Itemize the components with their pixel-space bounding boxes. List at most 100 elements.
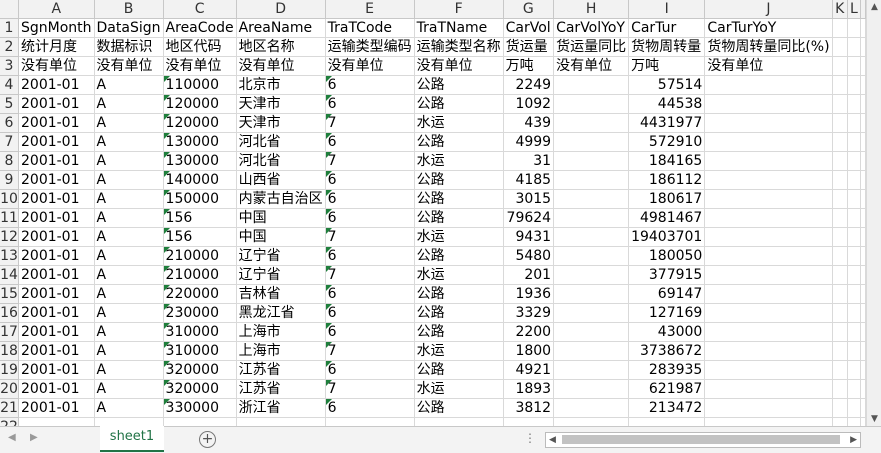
- cell-e6[interactable]: 7: [325, 113, 415, 133]
- column-header-e[interactable]: E: [325, 0, 415, 19]
- row-header[interactable]: 7: [0, 132, 19, 152]
- cell-c3[interactable]: 没有单位: [163, 56, 237, 76]
- cell-c20[interactable]: 320000: [163, 379, 237, 399]
- cell-e3[interactable]: 没有单位: [325, 56, 415, 76]
- cell-c7[interactable]: 130000: [163, 132, 237, 152]
- cell-g7[interactable]: 4999: [503, 132, 555, 152]
- cell-g15[interactable]: 1936: [503, 284, 555, 304]
- cell-j7[interactable]: [704, 132, 833, 152]
- cell-i21[interactable]: 213472: [628, 398, 706, 418]
- cell-b21[interactable]: A: [94, 398, 164, 418]
- row-header[interactable]: 11: [0, 208, 19, 228]
- cell-j21[interactable]: [704, 398, 833, 418]
- cell-a14[interactable]: 2001-01: [18, 265, 95, 285]
- sheet-table[interactable]: A B C D E F G H I J K L 1 SgnMonth DataSign AreaCode Are…: [0, 0, 866, 426]
- cell-k6[interactable]: [832, 113, 848, 133]
- cell-i16[interactable]: 127169: [628, 303, 706, 323]
- cell-d4[interactable]: 北京市: [236, 75, 326, 95]
- cell-b7[interactable]: A: [94, 132, 164, 152]
- cell-l9[interactable]: [847, 170, 862, 190]
- cell-c18[interactable]: 310000: [163, 341, 237, 361]
- add-sheet-button[interactable]: +: [199, 431, 216, 448]
- cell-l19[interactable]: [847, 360, 862, 380]
- cell-e2[interactable]: 运输类型编码: [325, 37, 415, 57]
- cell-f4[interactable]: 公路: [414, 75, 504, 95]
- row-header[interactable]: 1: [0, 18, 19, 38]
- cell-a10[interactable]: 2001-01: [18, 189, 95, 209]
- cell-b8[interactable]: A: [94, 151, 164, 171]
- row-header[interactable]: 3: [0, 56, 19, 76]
- cell-i14[interactable]: 377915: [628, 265, 706, 285]
- spreadsheet-grid[interactable]: A B C D E F G H I J K L 1 SgnMonth DataSign AreaCode Are…: [0, 0, 866, 426]
- cell-e8[interactable]: 7: [325, 151, 415, 171]
- cell-e10[interactable]: 6: [325, 189, 415, 209]
- cell-f6[interactable]: 水运: [414, 113, 504, 133]
- cell-i15[interactable]: 69147: [628, 284, 706, 304]
- cell-e7[interactable]: 6: [325, 132, 415, 152]
- cell-b19[interactable]: A: [94, 360, 164, 380]
- cell-partial[interactable]: [414, 417, 504, 426]
- row-header[interactable]: 21: [0, 398, 19, 418]
- cell-e20[interactable]: 7: [325, 379, 415, 399]
- scroll-right-icon[interactable]: ▶: [850, 433, 857, 447]
- cell-h7[interactable]: [553, 132, 630, 152]
- cell-d21[interactable]: 浙江省: [236, 398, 326, 418]
- cell-j3[interactable]: 没有单位: [704, 56, 833, 76]
- row-header[interactable]: 4: [0, 75, 19, 95]
- cell-c14[interactable]: 210000: [163, 265, 237, 285]
- cell-j5[interactable]: [704, 94, 833, 114]
- cell-h20[interactable]: [553, 379, 630, 399]
- cell-i6[interactable]: 4431977: [628, 113, 706, 133]
- cell-d10[interactable]: 内蒙古自治区: [236, 189, 326, 209]
- cell-b3[interactable]: 没有单位: [94, 56, 164, 76]
- cell-j10[interactable]: [704, 189, 833, 209]
- cell-f1[interactable]: TraTName: [414, 18, 504, 38]
- row-header[interactable]: 17: [0, 322, 19, 342]
- cell-d18[interactable]: 上海市: [236, 341, 326, 361]
- column-header-l[interactable]: L: [847, 0, 862, 19]
- cell-c6[interactable]: 120000: [163, 113, 237, 133]
- cell-g5[interactable]: 1092: [503, 94, 555, 114]
- row-header[interactable]: 18: [0, 341, 19, 361]
- cell-j11[interactable]: [704, 208, 833, 228]
- cell-j13[interactable]: [704, 246, 833, 266]
- cell-b20[interactable]: A: [94, 379, 164, 399]
- cell-i3[interactable]: 万吨: [628, 56, 706, 76]
- cell-partial[interactable]: [325, 417, 415, 426]
- cell-g20[interactable]: 1893: [503, 379, 555, 399]
- cell-i1[interactable]: CarTur: [628, 18, 706, 38]
- cell-c8[interactable]: 130000: [163, 151, 237, 171]
- cell-g14[interactable]: 201: [503, 265, 555, 285]
- column-header-i[interactable]: I: [628, 0, 706, 19]
- row-header[interactable]: 10: [0, 189, 19, 209]
- scrollbar-thumb[interactable]: [562, 435, 840, 444]
- cell-f9[interactable]: 公路: [414, 170, 504, 190]
- cell-h12[interactable]: [553, 227, 630, 247]
- cell-h13[interactable]: [553, 246, 630, 266]
- cell-k12[interactable]: [832, 227, 848, 247]
- cell-g10[interactable]: 3015: [503, 189, 555, 209]
- next-sheet-icon[interactable]: ▶: [30, 432, 38, 443]
- cell-c19[interactable]: 320000: [163, 360, 237, 380]
- cell-i12[interactable]: 19403701: [628, 227, 706, 247]
- cell-partial[interactable]: [847, 417, 862, 426]
- cell-l3[interactable]: [847, 56, 862, 76]
- cell-a6[interactable]: 2001-01: [18, 113, 95, 133]
- cell-d2[interactable]: 地区名称: [236, 37, 326, 57]
- cell-l17[interactable]: [847, 322, 862, 342]
- cell-l20[interactable]: [847, 379, 862, 399]
- cell-i11[interactable]: 4981467: [628, 208, 706, 228]
- cell-k20[interactable]: [832, 379, 848, 399]
- cell-k1[interactable]: [832, 18, 848, 38]
- cell-e14[interactable]: 7: [325, 265, 415, 285]
- cell-d9[interactable]: 山西省: [236, 170, 326, 190]
- cell-l8[interactable]: [847, 151, 862, 171]
- cell-b12[interactable]: A: [94, 227, 164, 247]
- cell-l16[interactable]: [847, 303, 862, 323]
- cell-e15[interactable]: 6: [325, 284, 415, 304]
- cell-d5[interactable]: 天津市: [236, 94, 326, 114]
- cell-e13[interactable]: 6: [325, 246, 415, 266]
- cell-a21[interactable]: 2001-01: [18, 398, 95, 418]
- cell-c17[interactable]: 310000: [163, 322, 237, 342]
- cell-a12[interactable]: 2001-01: [18, 227, 95, 247]
